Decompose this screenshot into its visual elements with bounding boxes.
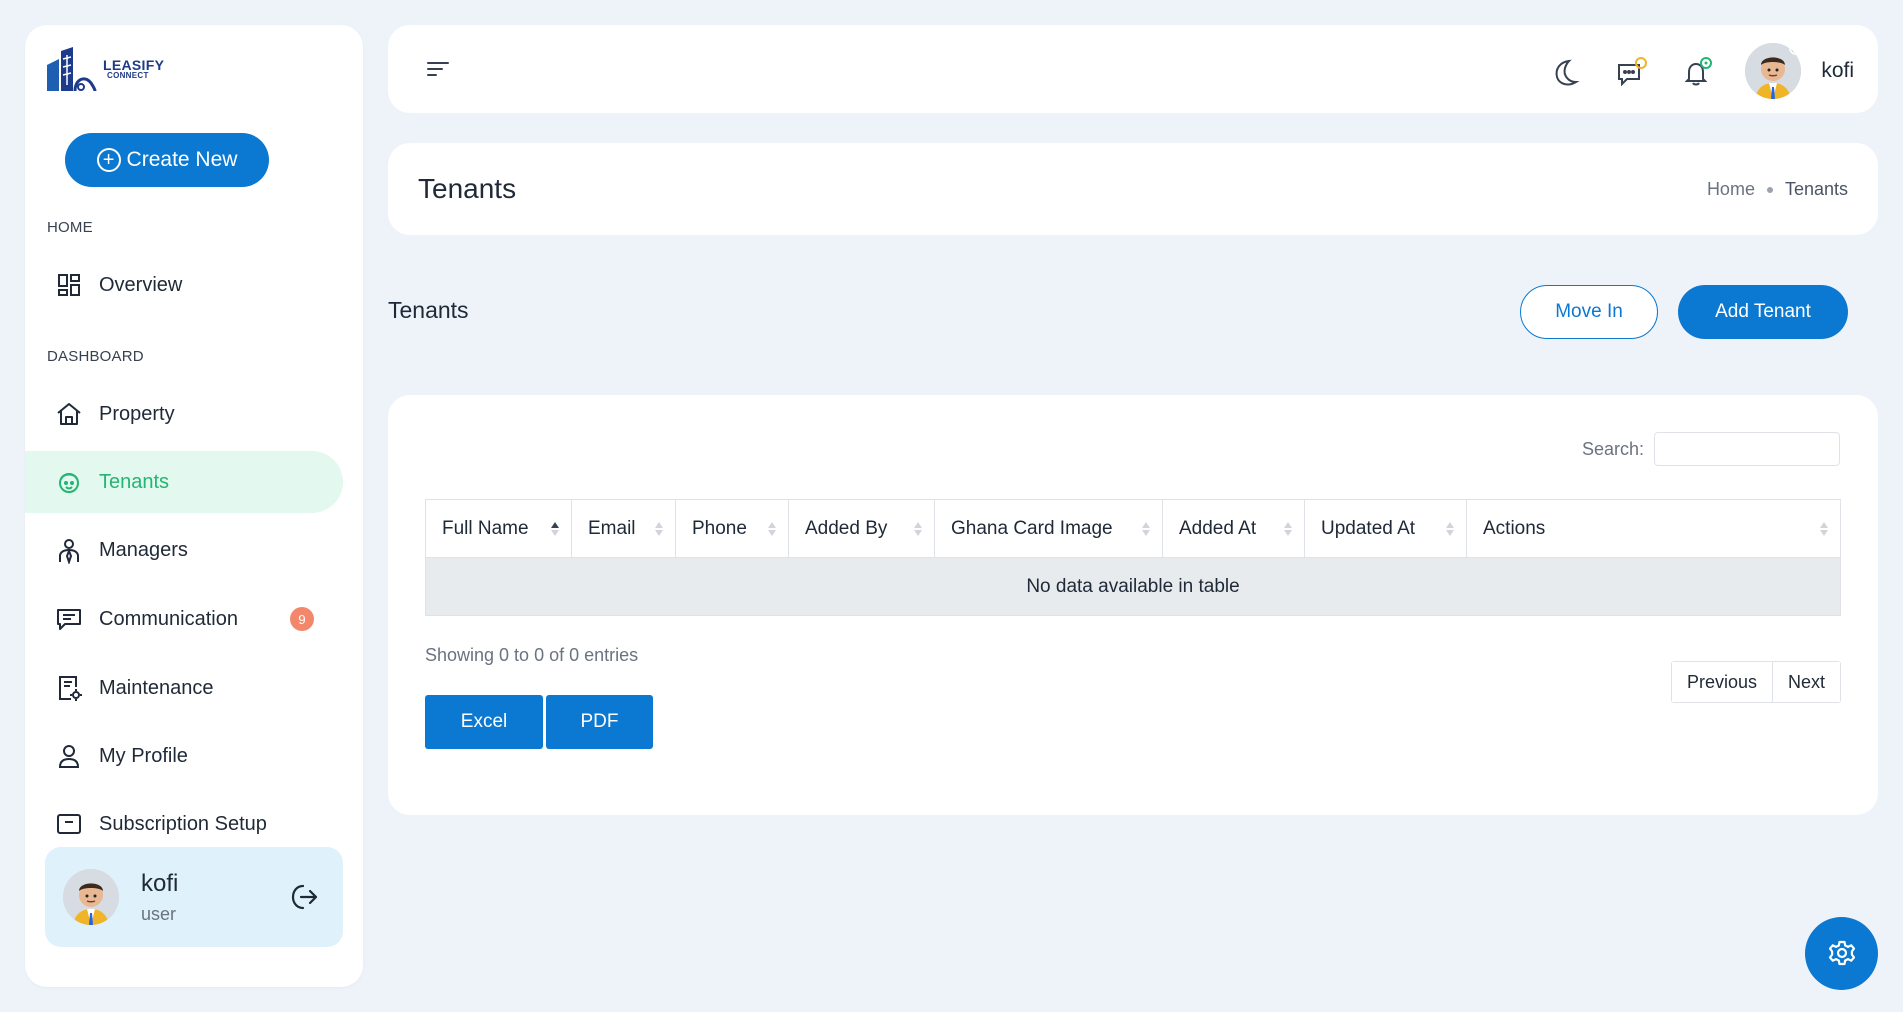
section-title: Tenants [388,297,469,323]
topbar: kofi [388,25,1878,113]
moon-icon [1555,59,1580,86]
export-buttons: Excel PDF [425,695,653,749]
previous-page-button[interactable]: Previous [1671,662,1772,702]
column-header-actions[interactable]: Actions [1466,499,1841,558]
export-pdf-button[interactable]: PDF [546,695,653,749]
column-header-full-name[interactable]: Full Name [425,499,572,558]
page-header: Tenants Home Tenants [388,143,1878,235]
column-header-added-at[interactable]: Added At [1162,499,1305,558]
breadcrumb-separator [1766,186,1773,193]
sidebar-item-my-profile[interactable]: My Profile [25,725,343,787]
notifications-button[interactable] [1679,53,1715,89]
sidebar-item-communication[interactable]: Communication 9 [25,588,343,650]
sidebar-item-label: Property [99,402,175,425]
section-label-home: HOME [47,219,93,236]
empty-table-message: No data available in table [425,557,1841,616]
move-in-button[interactable]: Move In [1520,285,1658,339]
pagination: Previous Next [1670,661,1841,703]
column-header-phone[interactable]: Phone [675,499,789,558]
sidebar: LEASIFY CONNECT + Create New HOME Overvi… [25,25,363,987]
export-excel-button[interactable]: Excel [425,695,543,749]
brand-subname: CONNECT [107,71,149,80]
column-header-email[interactable]: Email [571,499,676,558]
sidebar-item-label: Maintenance [99,676,214,699]
home-icon [55,400,83,428]
sort-asc-icon [551,522,559,536]
create-new-button[interactable]: + Create New [65,133,269,187]
breadcrumb: Home Tenants [1707,179,1848,200]
sort-icon [1820,522,1828,536]
user-card: kofi user [45,847,343,947]
sidebar-item-tenants[interactable]: Tenants [25,451,343,513]
column-header-added-by[interactable]: Added By [788,499,935,558]
brand-logo[interactable]: LEASIFY CONNECT [45,45,164,93]
column-header-ghana-card-image[interactable]: Ghana Card Image [934,499,1163,558]
sidebar-item-label: My Profile [99,744,188,767]
sort-icon [1142,522,1150,536]
chat-bubble-icon [1618,57,1648,87]
sidebar-item-label: Tenants [99,470,170,493]
maintenance-icon [55,674,83,702]
table-info: Showing 0 to 0 of 0 entries [425,645,639,665]
sort-icon [655,522,663,536]
tenant-face-icon [55,468,83,496]
chat-icon [55,605,83,633]
brand-name: LEASIFY [103,57,165,73]
dark-mode-toggle[interactable] [1547,53,1583,89]
subscription-icon [55,810,83,838]
avatar[interactable] [63,869,119,925]
next-page-button[interactable]: Next [1771,662,1840,702]
add-tenant-button[interactable]: Add Tenant [1678,285,1848,339]
online-status-dot [1789,43,1802,55]
tenants-table: Full Name Email Phone Added By Ghana Car… [425,499,1841,616]
sort-icon [914,522,922,536]
messages-button[interactable] [1613,53,1649,89]
menu-toggle-icon[interactable] [424,55,452,83]
profile-avatar[interactable] [1745,43,1802,99]
settings-button[interactable] [1805,917,1878,990]
sidebar-item-managers[interactable]: Managers [25,519,343,581]
column-header-updated-at[interactable]: Updated At [1304,499,1467,558]
breadcrumb-home[interactable]: Home [1707,179,1755,200]
section-label-dashboard: DASHBOARD [47,348,144,365]
manager-icon [55,536,83,564]
sidebar-item-property[interactable]: Property [25,383,343,445]
sidebar-item-label: Overview [99,273,183,296]
sort-icon [1446,522,1454,536]
sidebar-item-label: Managers [99,538,188,561]
building-logo-icon [47,47,97,92]
plus-circle-icon: + [96,148,121,172]
sidebar-item-label: Subscription Setup [99,812,267,835]
user-role: user [141,903,177,924]
grid-icon [55,271,83,299]
search-label: Search: [1581,438,1644,459]
logout-icon[interactable] [289,881,321,913]
search-input[interactable] [1654,432,1840,466]
topbar-username[interactable]: kofi [1821,59,1854,83]
gear-icon [1828,940,1855,965]
tenants-table-card: Search: Full Name Email Phone Added By G… [388,395,1878,815]
sort-icon [1284,522,1292,536]
sort-icon [768,522,776,536]
page-title: Tenants [418,173,517,204]
sidebar-item-overview[interactable]: Overview [25,254,343,316]
user-name: kofi [141,869,179,897]
table-row: No data available in table [425,557,1841,616]
user-icon [55,742,83,770]
sidebar-item-label: Communication [99,607,238,630]
unread-count-badge: 9 [289,607,314,631]
sidebar-item-subscription-setup[interactable]: Subscription Setup [25,793,343,855]
breadcrumb-current: Tenants [1784,179,1848,199]
bell-icon [1684,57,1713,86]
sidebar-item-maintenance[interactable]: Maintenance [25,657,343,719]
create-new-label: Create New [126,148,238,171]
